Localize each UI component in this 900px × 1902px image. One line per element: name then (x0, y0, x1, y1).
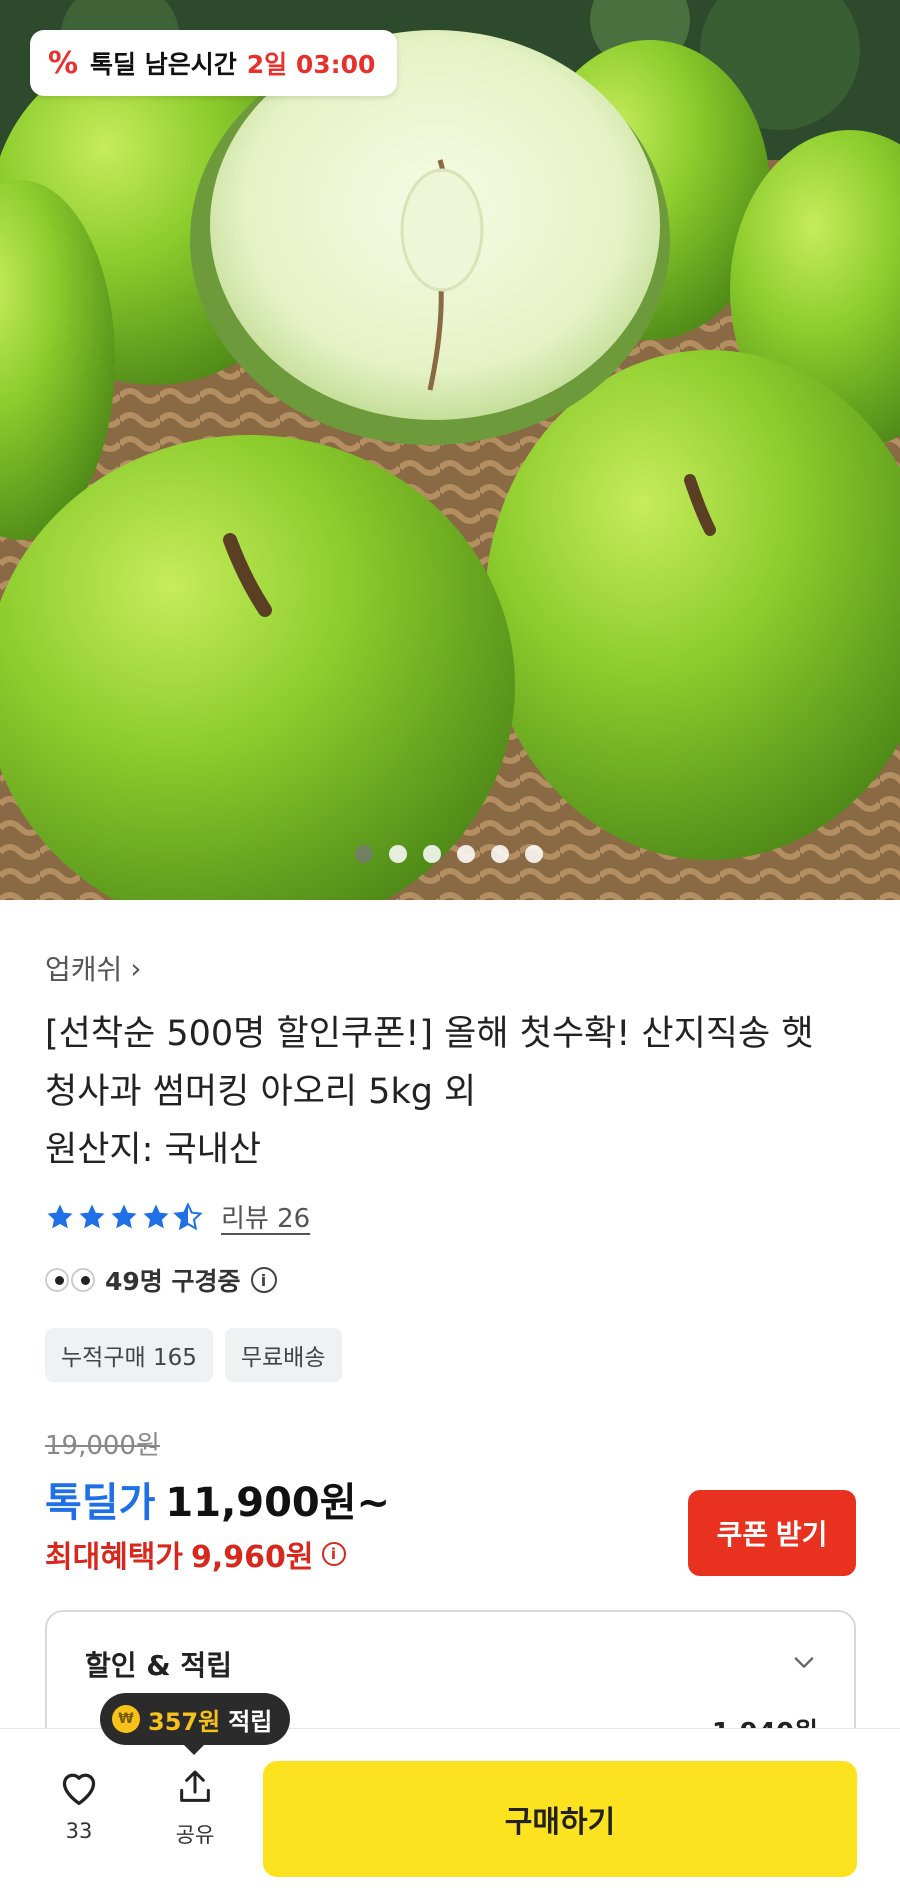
carousel-dot[interactable] (389, 845, 407, 863)
carousel-dot[interactable] (491, 845, 509, 863)
star-rating (45, 1201, 203, 1232)
star-icon (111, 1204, 137, 1228)
percent-icon: % (47, 45, 79, 81)
timer-label: 톡딜 남은시간 (90, 50, 237, 79)
share-button[interactable]: 공유 (160, 1767, 230, 1849)
seller-name: 업캐쉬 (45, 953, 123, 986)
heart-icon (62, 1773, 96, 1805)
original-price: 19,000원 (45, 1431, 160, 1461)
like-button[interactable]: 33 (44, 1767, 114, 1843)
title-line: [선착순 500명 할인쿠폰!] 올해 첫수확! 산지직송 햇 (45, 1014, 814, 1054)
carousel-dot[interactable] (457, 845, 475, 863)
coin-icon: ₩ (112, 1705, 140, 1733)
get-coupon-button[interactable]: 쿠폰 받기 (688, 1490, 856, 1576)
title-line: 청사과 썸머킹 아오리 5kg 외 (45, 1072, 477, 1112)
star-icon (79, 1204, 105, 1228)
max-benefit-label: 최대혜택가 (45, 1540, 183, 1575)
rating-row: 리뷰 26 (45, 1198, 310, 1235)
half-star-icon (173, 1201, 203, 1230)
product-title: [선착순 500명 할인쿠폰!] 올해 첫수확! 산지직송 햇 청사과 썸머킹 … (45, 1005, 865, 1179)
buy-button[interactable]: 구매하기 (263, 1761, 857, 1877)
info-icon[interactable]: i (321, 1542, 346, 1566)
max-benefit-row: 최대혜택가 9,960원 i (45, 1532, 346, 1576)
max-benefit-price: 9,960원 (191, 1540, 314, 1575)
deal-price: 11,900원~ (165, 1480, 391, 1526)
points-label: 적립 (228, 1707, 273, 1736)
discount-title: 할인 & 적립 (85, 1649, 232, 1682)
viewers-count: 49명 구경중 (105, 1267, 241, 1296)
deal-timer-badge: % 톡딜 남은시간 2일 03:00 (30, 30, 398, 96)
points-tooltip: ₩ 357원 적립 (100, 1693, 291, 1755)
timer-value: 2일 03:00 (246, 50, 376, 79)
origin-line: 원산지: 국내산 (45, 1130, 262, 1170)
star-icon (143, 1204, 169, 1228)
chevron-right-icon: › (130, 951, 142, 985)
product-photo (0, 0, 900, 900)
product-chips: 누적구매 165 무료배송 (45, 1328, 342, 1382)
chevron-down-icon[interactable] (790, 1648, 818, 1676)
product-image-carousel[interactable]: % 톡딜 남은시간 2일 03:00 (0, 0, 900, 900)
deal-price-label: 톡딜가 (45, 1480, 156, 1526)
free-shipping-chip: 무료배송 (224, 1328, 342, 1382)
points-amount: 357원 (148, 1707, 221, 1736)
eyes-icon (45, 1268, 95, 1292)
deal-price-row: 톡딜가 11,900원~ (45, 1470, 390, 1528)
share-label: 공유 (175, 1823, 215, 1847)
carousel-indicator (355, 845, 543, 863)
info-icon[interactable]: i (250, 1267, 277, 1293)
carousel-dot[interactable] (423, 845, 441, 863)
star-icon (47, 1204, 73, 1228)
review-link[interactable]: 리뷰 26 (221, 1198, 310, 1235)
bottom-action-bar: 33 공유 구매하기 (0, 1728, 900, 1902)
cumulative-purchase-chip: 누적구매 165 (45, 1328, 213, 1382)
like-count: 33 (65, 1819, 93, 1843)
carousel-dot[interactable] (355, 845, 373, 863)
carousel-dot[interactable] (525, 845, 543, 863)
share-icon (180, 1770, 210, 1802)
viewers-row: 49명 구경중 i (45, 1262, 277, 1298)
seller-link[interactable]: 업캐쉬 › (45, 948, 141, 988)
